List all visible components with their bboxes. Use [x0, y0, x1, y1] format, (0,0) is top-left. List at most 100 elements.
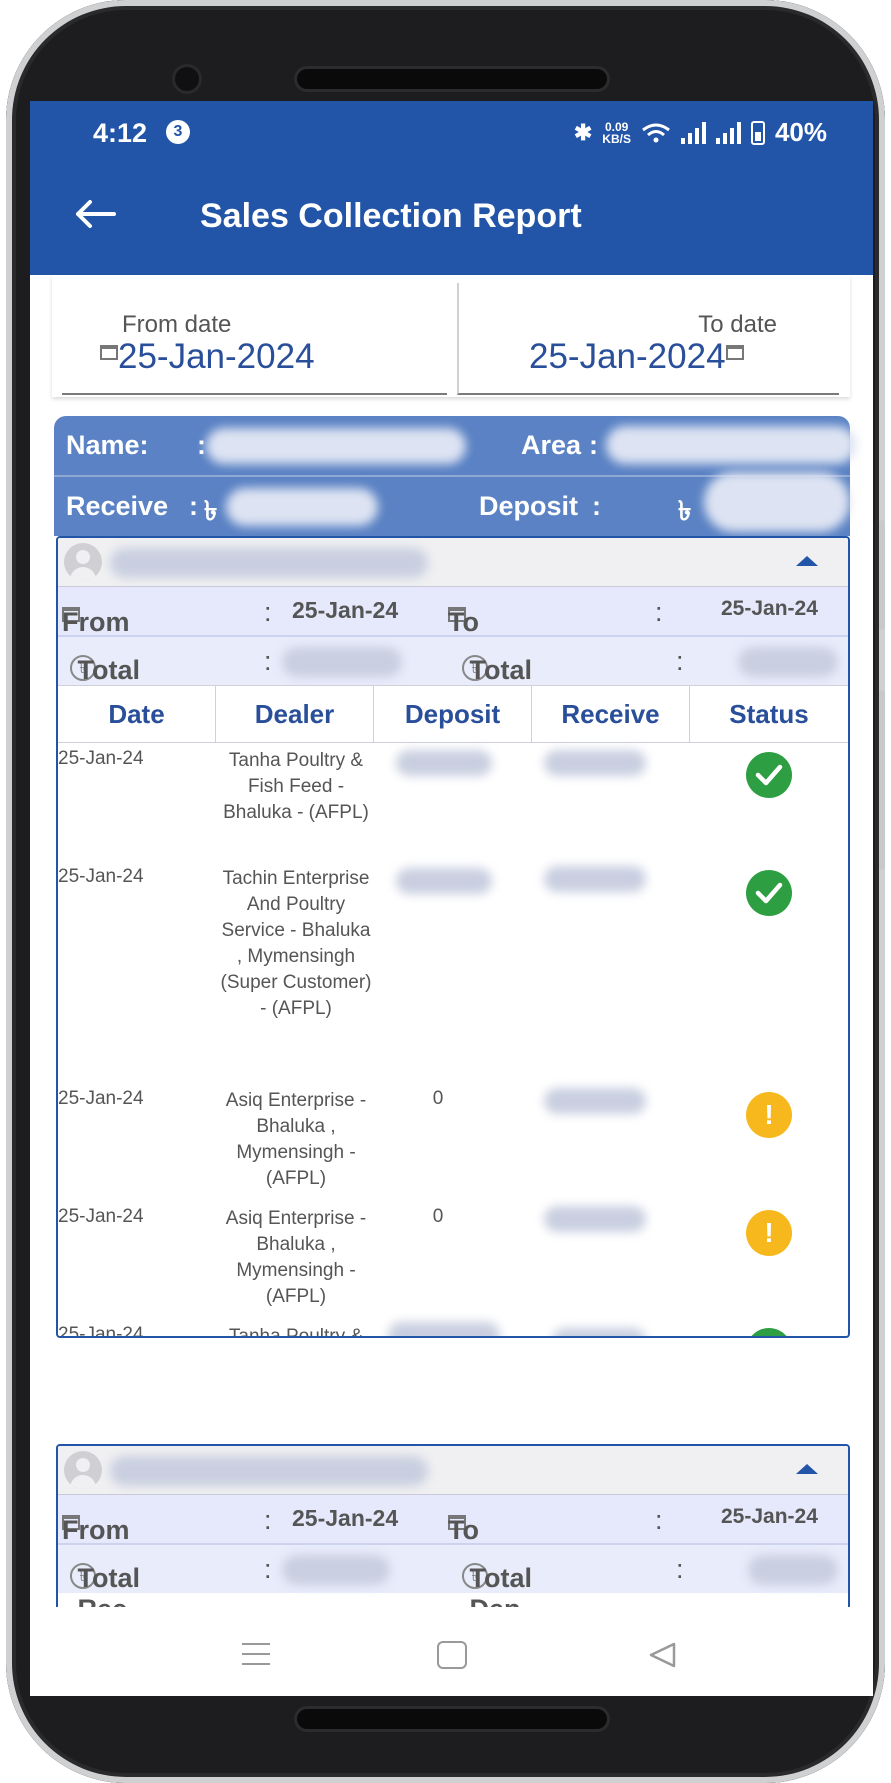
bluetooth-icon: ✱ — [573, 119, 593, 145]
row-deposit-redacted — [396, 750, 492, 776]
row-deposit: 0 — [432, 1088, 444, 1109]
receive-label: Receive — [66, 491, 169, 521]
row-dealer: Tachin Enterprise And Poultry Service - … — [220, 868, 372, 1019]
from-label: From — [62, 1515, 130, 1545]
phone-frame: 4:12 3 ✱ 0.09 KB/S 40% Sales Collection … — [6, 0, 885, 1783]
header-status: Status — [729, 699, 809, 729]
deposit-colon: : — [592, 491, 601, 521]
to-date-picker[interactable]: To date 25-Jan-2024 — [457, 283, 839, 395]
from-colon: : — [264, 597, 272, 627]
total-rec-redacted — [282, 647, 402, 677]
row-dealer: Asiq Enterprise - Bhaluka , Mymensingh -… — [225, 1208, 367, 1307]
collapse-caret-icon[interactable] — [796, 1464, 818, 1474]
collector-card: From : 25-Jan-24 To : 25-Jan-24 ৳ Total … — [56, 1444, 850, 1628]
from-to-row: From : 25-Jan-24 To : 25-Jan-24 — [58, 587, 848, 637]
from-date-value[interactable]: 25-Jan-2024 — [100, 337, 315, 377]
check-circle-icon — [746, 870, 792, 916]
totals-row: ৳ Total Rec : ৳ Total Dep : — [58, 637, 848, 716]
to-value: 25-Jan-24 — [721, 597, 818, 620]
row-dealer: Tanha Poultry & Fish Feed - Bhaluka - (A… — [228, 1326, 364, 1338]
total-dep-colon: : — [676, 1554, 684, 1584]
header-date: Date — [58, 686, 216, 742]
name-label: Name: — [66, 430, 149, 460]
table-row[interactable]: 25-Jan-24 Asiq Enterprise - Bhaluka , My… — [58, 1198, 848, 1316]
home-square-icon[interactable] — [437, 1641, 467, 1669]
table-header: Date Dealer Deposit Receive Status — [58, 685, 848, 743]
recents-menu-icon[interactable] — [242, 1643, 270, 1673]
avatar — [64, 1451, 102, 1489]
from-value: 25-Jan-24 — [292, 1505, 399, 1531]
front-camera — [172, 64, 202, 94]
app-bar: 4:12 3 ✱ 0.09 KB/S 40% Sales Collection … — [30, 101, 873, 275]
header-deposit: Deposit — [374, 686, 532, 742]
row-deposit-redacted — [396, 868, 492, 894]
check-circle-icon — [746, 1328, 792, 1336]
status-time: 4:12 — [93, 118, 148, 148]
header-dealer: Dealer — [216, 686, 374, 742]
from-date-label: From date — [122, 311, 232, 338]
receive-colon: : — [189, 491, 198, 521]
status-icons: ✱ 0.09 KB/S 40% — [574, 117, 827, 148]
table-row[interactable]: 25-Jan-24 Tanha Poultry & Fish Feed - Bh… — [58, 740, 848, 858]
row-date: 25-Jan-24 — [58, 1324, 144, 1338]
notification-badge: 3 — [166, 120, 190, 144]
deposit-label: Deposit — [479, 491, 579, 521]
earpiece-speaker — [294, 66, 610, 92]
net-speed-unit: KB/S — [602, 131, 631, 146]
table-row[interactable]: 25-Jan-24 Tachin Enterprise And Poultry … — [58, 858, 848, 1080]
page-title: Sales Collection Report — [200, 197, 582, 235]
row-receive-redacted — [552, 1328, 646, 1336]
bottom-speaker — [294, 1706, 610, 1732]
card-header[interactable] — [58, 538, 848, 587]
row-date: 25-Jan-24 — [58, 1206, 144, 1227]
collapse-caret-icon[interactable] — [796, 556, 818, 566]
total-dep-redacted — [748, 1555, 838, 1585]
table-row[interactable]: 25-Jan-24 Asiq Enterprise - Bhaluka , My… — [58, 1080, 848, 1198]
to-label: To — [448, 1515, 479, 1545]
total-rec-redacted — [282, 1555, 390, 1585]
row-dealer: Asiq Enterprise - Bhaluka , Mymensingh -… — [225, 1090, 367, 1189]
from-date-text: 25-Jan-2024 — [118, 337, 315, 376]
card-header[interactable] — [58, 1446, 848, 1495]
to-date-label: To date — [698, 311, 777, 338]
row-date: 25-Jan-24 — [58, 1088, 144, 1109]
summary-header: Name: : Area : Receive : ৳ Deposit : ৳ — [54, 416, 856, 536]
to-date-value[interactable]: 25-Jan-2024 — [529, 337, 744, 377]
row-receive-redacted — [544, 866, 646, 892]
volume-button — [879, 520, 885, 630]
area-value-redacted — [606, 426, 856, 464]
exclamation-circle-icon: ! — [746, 1092, 792, 1138]
to-label: To — [448, 607, 479, 637]
row-date: 25-Jan-24 — [58, 866, 144, 887]
collector-card: From : 25-Jan-24 To : 25-Jan-24 ৳ Total … — [56, 536, 850, 1338]
avatar — [64, 543, 102, 581]
signal-2-icon — [715, 121, 741, 144]
to-date-text: 25-Jan-2024 — [529, 337, 726, 376]
area-label: Area — [521, 430, 582, 460]
totals-row: ৳ Total Rec : ৳ Total Dep : — [58, 1545, 848, 1624]
table-row[interactable]: 25-Jan-24 Tanha Poultry & Fish Feed - Bh… — [58, 1316, 848, 1338]
screen: 4:12 3 ✱ 0.09 KB/S 40% Sales Collection … — [30, 101, 873, 1696]
receive-value-redacted — [226, 488, 378, 526]
calendar-icon — [100, 345, 118, 360]
back-arrow-icon[interactable] — [74, 199, 116, 229]
exclamation-circle-icon: ! — [746, 1210, 792, 1256]
to-colon: : — [655, 1505, 663, 1535]
header-receive: Receive — [532, 686, 690, 742]
date-range-card: From date 25-Jan-2024 To date 25-Jan-202… — [52, 275, 850, 397]
name-value-redacted — [206, 428, 466, 464]
total-dep-redacted — [738, 647, 838, 677]
to-colon: : — [655, 597, 663, 627]
row-date: 25-Jan-24 — [58, 748, 144, 769]
row-receive-redacted — [544, 1206, 646, 1232]
row-receive-redacted — [544, 1088, 646, 1114]
back-triangle-icon[interactable] — [647, 1641, 677, 1669]
row-deposit-redacted — [388, 1322, 500, 1336]
system-nav-bar — [30, 1607, 873, 1696]
name-colon: : — [197, 430, 206, 460]
from-value: 25-Jan-24 — [292, 597, 399, 623]
receive-currency: ৳ — [204, 496, 218, 526]
collector-name-redacted — [110, 548, 428, 578]
from-date-picker[interactable]: From date 25-Jan-2024 — [62, 283, 447, 395]
from-label: From — [62, 607, 130, 637]
